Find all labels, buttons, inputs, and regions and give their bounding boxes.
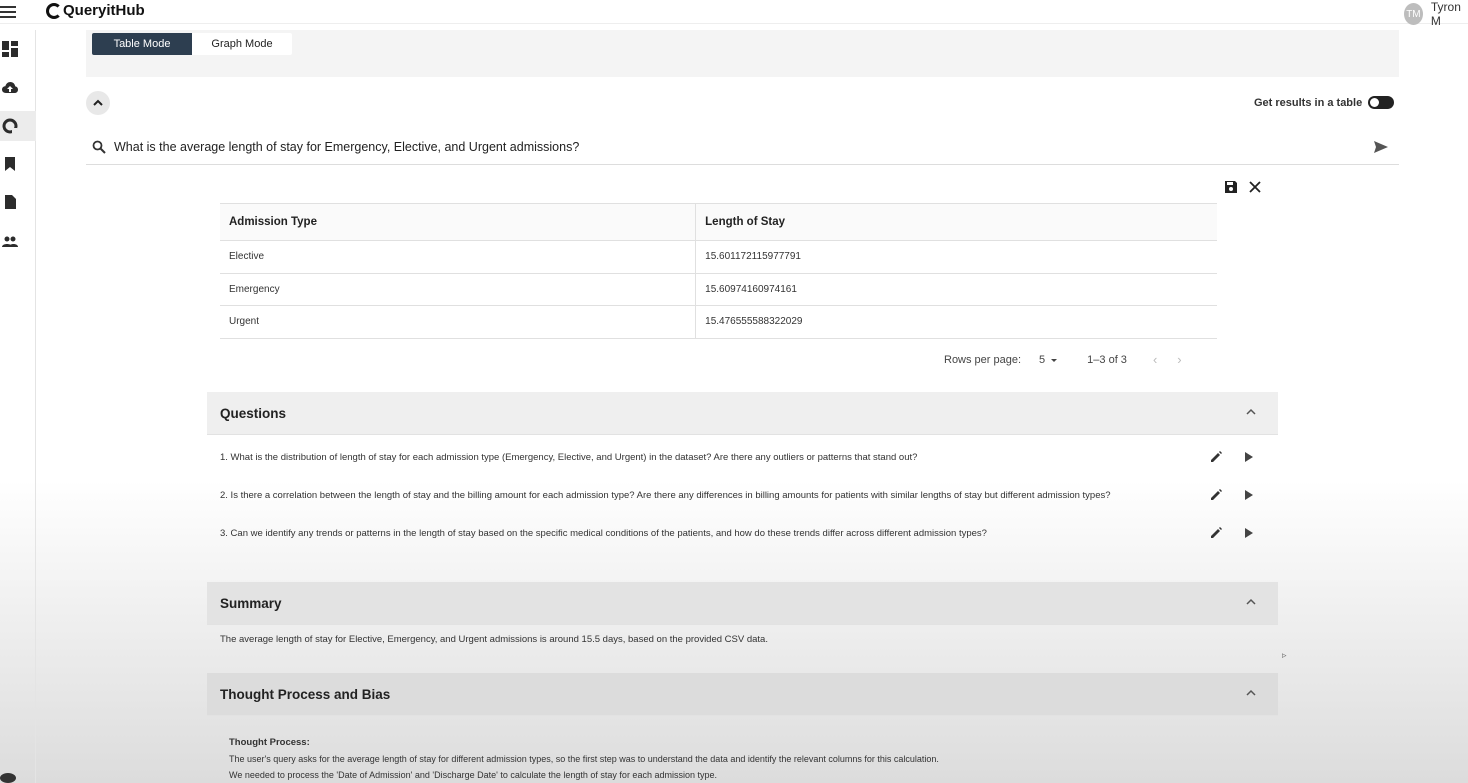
sidebar-item-upload[interactable] (0, 73, 36, 103)
thought-heading: Thought Process: (229, 737, 310, 748)
avatar: TM (1404, 3, 1423, 25)
save-icon[interactable] (1224, 180, 1238, 194)
sidebar-item-dashboard[interactable] (0, 34, 36, 64)
sidebar-item-query[interactable] (0, 111, 36, 141)
question-actions (1209, 450, 1255, 464)
question-actions (1209, 526, 1255, 540)
graph-mode-button[interactable]: Graph Mode (192, 33, 292, 55)
document-icon (5, 195, 16, 209)
app-name: QueryitHub (63, 2, 145, 19)
rows-per-page-value: 5 (1039, 353, 1046, 366)
table-cell: 15.60974160974161 (695, 273, 1217, 306)
table-cell: 15.601172115977791 (695, 240, 1217, 274)
thought-content: Thought Process: The user's query asks f… (229, 734, 939, 783)
cloud-upload-icon (2, 82, 18, 93)
prev-page-icon[interactable]: ‹ (1153, 352, 1157, 367)
top-bar: QueryitHub TM Tyron M (0, 0, 1468, 28)
query-bar[interactable]: What is the average length of stay for E… (86, 130, 1399, 165)
collapse-button[interactable] (86, 91, 110, 115)
chevron-up-icon[interactable] (1246, 597, 1256, 607)
thought-line: We needed to process the 'Date of Admiss… (229, 770, 717, 780)
table-header-row: Admission Type Length of Stay (220, 203, 1217, 241)
menu-icon[interactable] (0, 3, 20, 19)
pagination: Rows per page: 5 1–3 of 3 ‹ › (944, 352, 1182, 367)
question-item[interactable]: 1. What is the distribution of length of… (220, 447, 1260, 467)
help-icon[interactable] (0, 773, 16, 783)
logo-mark (46, 2, 62, 19)
thought-line: The user's query asks for the average le… (229, 754, 939, 764)
table-cell: Elective (220, 240, 696, 274)
user-name: Tyron M (1430, 0, 1461, 28)
section-title: Thought Process and Bias (220, 686, 391, 702)
send-icon[interactable] (1373, 139, 1389, 155)
toggle-label: Get results in a table (1254, 96, 1363, 109)
rows-per-page-label: Rows per page: (944, 353, 1022, 366)
sidebar-item-saved[interactable] (0, 149, 36, 179)
query-icon (2, 118, 18, 134)
results-table: Admission Type Length of Stay Elective 1… (220, 203, 1217, 339)
edit-icon[interactable] (1209, 488, 1223, 502)
table-row: Elective 15.601172115977791 (220, 240, 1217, 274)
question-text: 2. Is there a correlation between the le… (220, 489, 1111, 501)
section-title: Questions (220, 405, 287, 421)
sidebar-item-users[interactable] (0, 226, 36, 256)
summary-text: The average length of stay for Elective,… (220, 634, 768, 645)
table-cell: 15.476555588322029 (695, 305, 1217, 339)
column-header[interactable]: Length of Stay (695, 203, 1217, 241)
play-icon[interactable] (1241, 450, 1255, 464)
table-cell: Emergency (220, 273, 696, 306)
table-row: Urgent 15.476555588322029 (220, 305, 1217, 339)
chevron-up-icon[interactable] (1246, 407, 1256, 417)
thought-section-header[interactable]: Thought Process and Bias (207, 673, 1278, 716)
results-table-toggle[interactable] (1368, 96, 1395, 109)
app-logo[interactable]: QueryitHub (46, 2, 145, 19)
table-cell: Urgent (220, 305, 696, 339)
close-icon[interactable] (1248, 180, 1262, 194)
mode-panel: Table Mode Graph Mode (86, 30, 1399, 77)
caret-down-icon (1051, 358, 1058, 362)
table-mode-button[interactable]: Table Mode (92, 33, 192, 55)
user-menu[interactable]: TM Tyron M (1404, 0, 1468, 28)
question-item[interactable]: 3. Can we identify any trends or pattern… (220, 523, 1260, 543)
pagination-range: 1–3 of 3 (1087, 353, 1127, 366)
questions-section-header[interactable]: Questions (207, 392, 1278, 435)
column-header[interactable]: Admission Type (220, 203, 696, 241)
sidebar (0, 30, 36, 783)
edit-icon[interactable] (1209, 450, 1223, 464)
summary-section-header[interactable]: Summary (207, 582, 1278, 625)
dashboard-icon (2, 41, 18, 57)
sidebar-item-documents[interactable] (0, 187, 36, 217)
question-text: 1. What is the distribution of length of… (220, 451, 918, 463)
edit-icon[interactable] (1209, 526, 1223, 540)
people-icon (2, 236, 18, 247)
table-actions (1224, 180, 1262, 194)
play-icon[interactable] (1241, 526, 1255, 540)
bookmark-icon (5, 157, 15, 171)
question-text: 3. Can we identify any trends or pattern… (220, 527, 987, 539)
question-actions (1209, 488, 1255, 502)
next-page-icon[interactable]: › (1177, 352, 1181, 367)
question-item[interactable]: 2. Is there a correlation between the le… (220, 485, 1260, 505)
section-title: Summary (220, 595, 282, 611)
play-icon[interactable] (1241, 488, 1255, 502)
rows-per-page-select[interactable]: 5 (1039, 354, 1059, 366)
chevron-up-icon (93, 99, 103, 106)
table-row: Emergency 15.60974160974161 (220, 273, 1217, 306)
query-text[interactable]: What is the average length of stay for E… (114, 140, 579, 154)
mouse-cursor-icon: ▹ (1282, 650, 1287, 660)
chevron-up-icon[interactable] (1246, 688, 1256, 698)
results-table-toggle-row: Get results in a table (1254, 96, 1395, 109)
search-icon (92, 140, 106, 154)
